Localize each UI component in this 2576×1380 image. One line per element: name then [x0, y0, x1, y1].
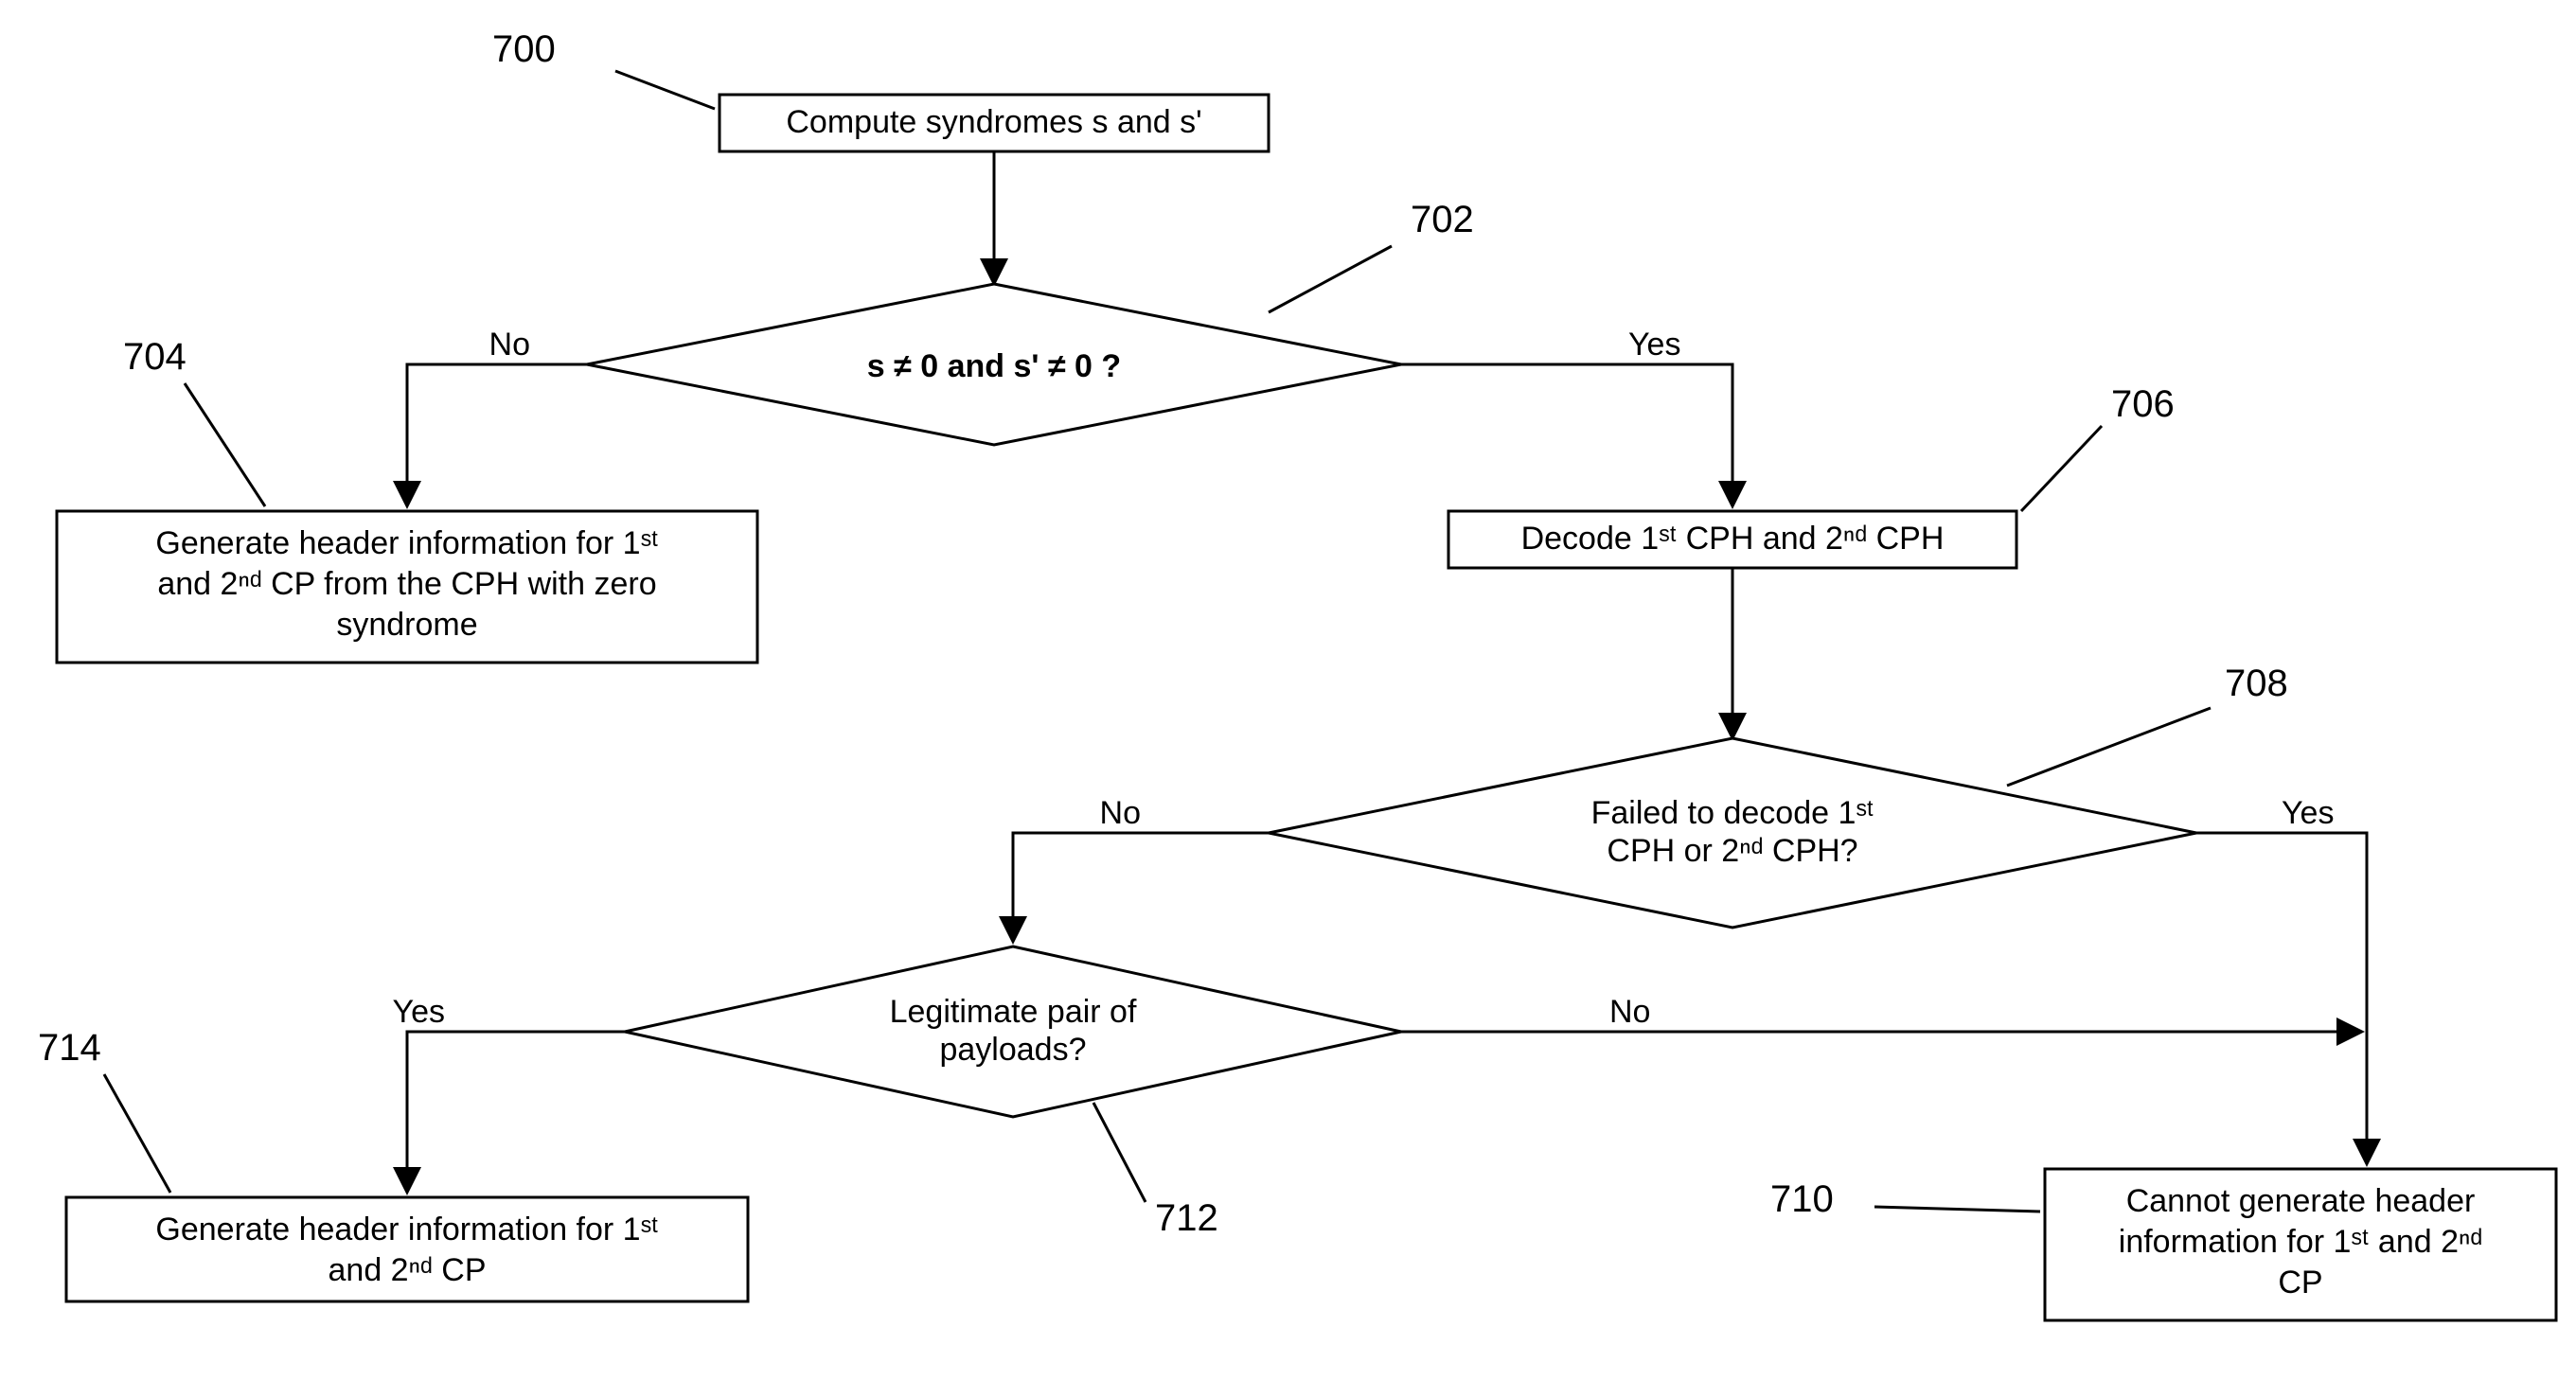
flowchart: Compute syndromes s and s' 700 s ≠ 0 and… [0, 0, 2576, 1380]
node-702-text: s ≠ 0 and s' ≠ 0 ? [867, 348, 1121, 384]
node-706-text: Decode 1ˢᵗ CPH and 2ⁿᵈ CPH [1521, 521, 1945, 557]
ref-710: 710 [1770, 1178, 1834, 1220]
ref-714-leader [104, 1074, 170, 1193]
ref-700-leader [615, 71, 715, 109]
label-708-yes: Yes [2282, 795, 2334, 831]
ref-714: 714 [38, 1027, 101, 1069]
edge-708-no [1013, 833, 1269, 942]
node-714: Generate header information for 1ˢᵗ and … [66, 1197, 748, 1301]
node-704-l1: Generate header information for 1ˢᵗ [155, 525, 658, 561]
node-712-l2: payloads? [939, 1032, 1086, 1068]
ref-706-leader [2021, 426, 2102, 511]
node-704-l2: and 2ⁿᵈ CP from the CPH with zero [157, 566, 656, 602]
ref-702-leader [1269, 246, 1392, 312]
ref-704-leader [185, 383, 265, 506]
node-708-l1: Failed to decode 1ˢᵗ [1591, 795, 1874, 831]
node-700-text: Compute syndromes s and s' [786, 104, 1201, 140]
ref-708-leader [2007, 708, 2211, 786]
node-710-l1: Cannot generate header [2126, 1183, 2476, 1219]
ref-710-leader [1874, 1207, 2040, 1212]
ref-712-leader [1093, 1103, 1146, 1202]
node-708-l2: CPH or 2ⁿᵈ CPH? [1607, 833, 1857, 869]
node-704-l3: syndrome [336, 607, 477, 643]
label-708-no: No [1100, 795, 1141, 831]
label-702-no: No [489, 327, 530, 363]
label-712-no: No [1609, 994, 1650, 1030]
ref-702: 702 [1411, 199, 1474, 240]
node-714-l1: Generate header information for 1ˢᵗ [155, 1212, 658, 1247]
node-710: Cannot generate header information for 1… [2045, 1169, 2556, 1320]
ref-712: 712 [1155, 1197, 1218, 1239]
edge-702-yes [1401, 364, 1732, 506]
label-712-yes: Yes [393, 994, 445, 1030]
node-706: Decode 1ˢᵗ CPH and 2ⁿᵈ CPH [1448, 511, 2016, 568]
edge-712-yes [407, 1032, 625, 1193]
ref-706: 706 [2111, 383, 2175, 425]
node-704: Generate header information for 1ˢᵗ and … [57, 511, 757, 663]
ref-708: 708 [2225, 663, 2288, 704]
edge-708-yes [2196, 833, 2367, 1164]
node-710-l2: information for 1ˢᵗ and 2ⁿᵈ [2119, 1224, 2482, 1260]
node-712: Legitimate pair of payloads? [625, 947, 1401, 1117]
ref-704: 704 [123, 336, 187, 378]
node-714-l2: and 2ⁿᵈ CP [329, 1252, 487, 1288]
node-700: Compute syndromes s and s' [720, 95, 1269, 151]
node-710-l3: CP [2278, 1265, 2322, 1300]
ref-700: 700 [492, 28, 556, 70]
node-712-l1: Legitimate pair of [890, 994, 1137, 1030]
label-702-yes: Yes [1628, 327, 1680, 363]
edge-702-no [407, 364, 587, 506]
